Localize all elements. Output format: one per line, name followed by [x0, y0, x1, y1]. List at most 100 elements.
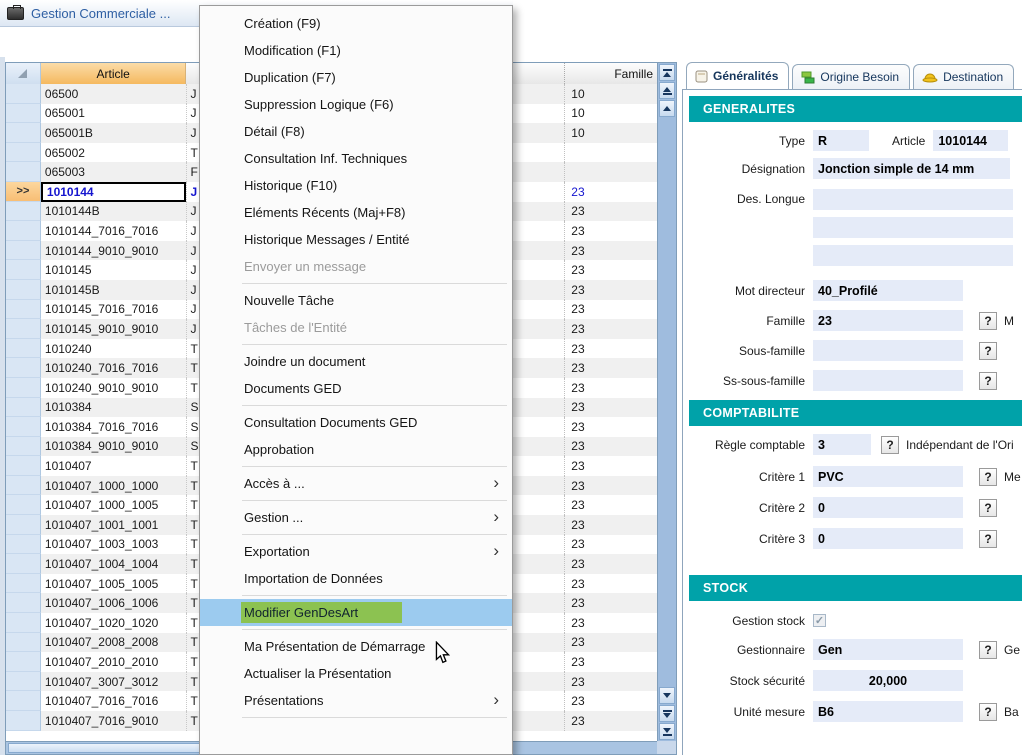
article-cell[interactable]: 1010407_1004_1004 [41, 554, 187, 574]
critere3-field[interactable]: 0 [813, 528, 963, 549]
famille-cell[interactable]: 23 [564, 613, 657, 633]
famille-cell[interactable]: 23 [564, 339, 657, 359]
column-header-article[interactable]: Article [41, 63, 187, 84]
famille-cell[interactable]: 23 [564, 260, 657, 280]
article-cell[interactable]: 1010240 [41, 339, 187, 359]
famille-field[interactable]: 23 [813, 310, 963, 331]
scroll-bottom-icon[interactable] [659, 723, 675, 740]
row-selector[interactable] [6, 280, 41, 300]
article-cell[interactable]: 1010407_1006_1006 [41, 593, 187, 613]
article-cell[interactable]: 1010407_1020_1020 [41, 613, 187, 633]
vertical-scrollbar[interactable] [657, 63, 676, 741]
famille-cell[interactable]: 23 [564, 456, 657, 476]
row-selector[interactable] [6, 417, 41, 437]
famille-cell[interactable]: 23 [564, 417, 657, 437]
tab-origine-besoin[interactable]: Origine Besoin [792, 64, 910, 89]
des-longue-field-1[interactable] [813, 189, 1013, 210]
article-cell[interactable]: 1010145_9010_9010 [41, 319, 187, 339]
famille-cell[interactable]: 23 [564, 711, 657, 731]
gestionnaire-lookup-button[interactable]: ? [979, 641, 997, 659]
famille-lookup-button[interactable]: ? [979, 312, 997, 330]
menu-item-approbation[interactable]: Approbation [200, 436, 512, 463]
row-selector[interactable] [6, 260, 41, 280]
article-cell[interactable]: 1010384_9010_9010 [41, 437, 187, 457]
article-cell[interactable]: 065001 [41, 104, 187, 124]
sous-famille-field[interactable] [813, 340, 963, 361]
row-selector[interactable] [6, 162, 41, 182]
critere1-field[interactable]: PVC [813, 466, 963, 487]
famille-cell[interactable]: 23 [564, 221, 657, 241]
famille-cell[interactable]: 23 [564, 535, 657, 555]
page-up-icon[interactable] [659, 82, 675, 99]
famille-cell[interactable]: 23 [564, 593, 657, 613]
des-longue-field-3[interactable] [813, 245, 1013, 266]
menu-item-exportation[interactable]: Exportation› [200, 538, 512, 565]
row-selector[interactable] [6, 104, 41, 124]
menu-item-consultation-documents-ged[interactable]: Consultation Documents GED [200, 409, 512, 436]
menu-item-nouvelle-tache[interactable]: Nouvelle Tâche [200, 287, 512, 314]
famille-cell[interactable] [564, 143, 657, 163]
menu-item-historique-f10[interactable]: Historique (F10) [200, 172, 512, 199]
ss-sous-famille-field[interactable] [813, 370, 963, 391]
famille-cell[interactable] [564, 162, 657, 182]
stock-securite-field[interactable]: 20,000 [813, 670, 963, 691]
row-selector[interactable] [6, 378, 41, 398]
article-cell[interactable]: 065003 [41, 162, 187, 182]
article-cell[interactable]: 065002 [41, 143, 187, 163]
row-selector[interactable] [6, 535, 41, 555]
des-longue-field-2[interactable] [813, 217, 1013, 238]
row-selector[interactable] [6, 398, 41, 418]
row-selector[interactable] [6, 672, 41, 692]
menu-item-presentations[interactable]: Présentations› [200, 687, 512, 714]
article-cell[interactable]: 1010144_7016_7016 [41, 221, 187, 241]
article-cell[interactable]: 1010407_7016_9010 [41, 711, 187, 731]
famille-cell[interactable]: 10 [564, 123, 657, 143]
article-cell[interactable]: 1010144B [41, 202, 187, 222]
menu-item-duplication-f7[interactable]: Duplication (F7) [200, 64, 512, 91]
menu-item-actualiser-la-presentation[interactable]: Actualiser la Présentation [200, 660, 512, 687]
critere2-lookup-button[interactable]: ? [979, 499, 997, 517]
scroll-top-icon[interactable] [659, 64, 675, 81]
row-selector[interactable] [6, 319, 41, 339]
article-cell[interactable]: 1010407 [41, 456, 187, 476]
row-selector[interactable] [6, 300, 41, 320]
page-down-icon[interactable] [659, 705, 675, 722]
row-selector[interactable] [6, 515, 41, 535]
row-selector[interactable] [6, 437, 41, 457]
article-cell[interactable]: 1010407_1000_1005 [41, 495, 187, 515]
famille-cell[interactable]: 23 [564, 633, 657, 653]
article-cell[interactable]: 1010240_7016_7016 [41, 358, 187, 378]
article-cell[interactable]: 1010407_2010_2010 [41, 652, 187, 672]
famille-cell[interactable]: 23 [564, 398, 657, 418]
article-cell[interactable]: 1010240_9010_9010 [41, 378, 187, 398]
article-cell[interactable]: 1010407_2008_2008 [41, 633, 187, 653]
famille-cell[interactable]: 23 [564, 691, 657, 711]
row-selector[interactable] [6, 652, 41, 672]
arrow-up-icon[interactable] [659, 100, 675, 117]
tab-destination[interactable]: Destination [913, 64, 1014, 89]
menu-item-acces-a[interactable]: Accès à ...› [200, 470, 512, 497]
famille-cell[interactable]: 10 [564, 84, 657, 104]
row-selector[interactable] [6, 574, 41, 594]
article-cell[interactable]: 1010145B [41, 280, 187, 300]
row-selector[interactable] [6, 84, 41, 104]
row-selector[interactable] [6, 691, 41, 711]
article-cell[interactable]: 1010145 [41, 260, 187, 280]
row-selector[interactable] [6, 123, 41, 143]
article-cell[interactable]: 1010407_3007_3012 [41, 672, 187, 692]
famille-cell[interactable]: 23 [564, 554, 657, 574]
famille-cell[interactable]: 23 [564, 476, 657, 496]
article-field[interactable]: 1010144 [933, 130, 1008, 151]
menu-item-creation-f9[interactable]: Création (F9) [200, 10, 512, 37]
famille-cell[interactable]: 23 [564, 437, 657, 457]
row-selector[interactable] [6, 358, 41, 378]
regle-comptable-lookup-button[interactable]: ? [881, 436, 899, 454]
select-all-header[interactable] [6, 63, 41, 84]
tab-generalites[interactable]: Généralités [686, 62, 789, 89]
famille-cell[interactable]: 23 [564, 515, 657, 535]
critere2-field[interactable]: 0 [813, 497, 963, 518]
row-selector[interactable] [6, 554, 41, 574]
gestionnaire-field[interactable]: Gen [813, 639, 963, 660]
menu-item-documents-ged[interactable]: Documents GED [200, 375, 512, 402]
ss-sous-famille-lookup-button[interactable]: ? [979, 372, 997, 390]
